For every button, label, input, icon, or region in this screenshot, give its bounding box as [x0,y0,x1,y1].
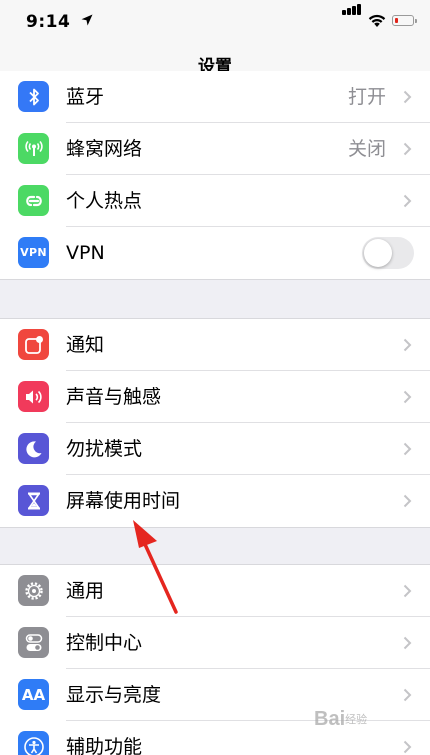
watermark-logo: Bai经验 [314,708,367,731]
annotation-arrow-icon [0,0,430,754]
